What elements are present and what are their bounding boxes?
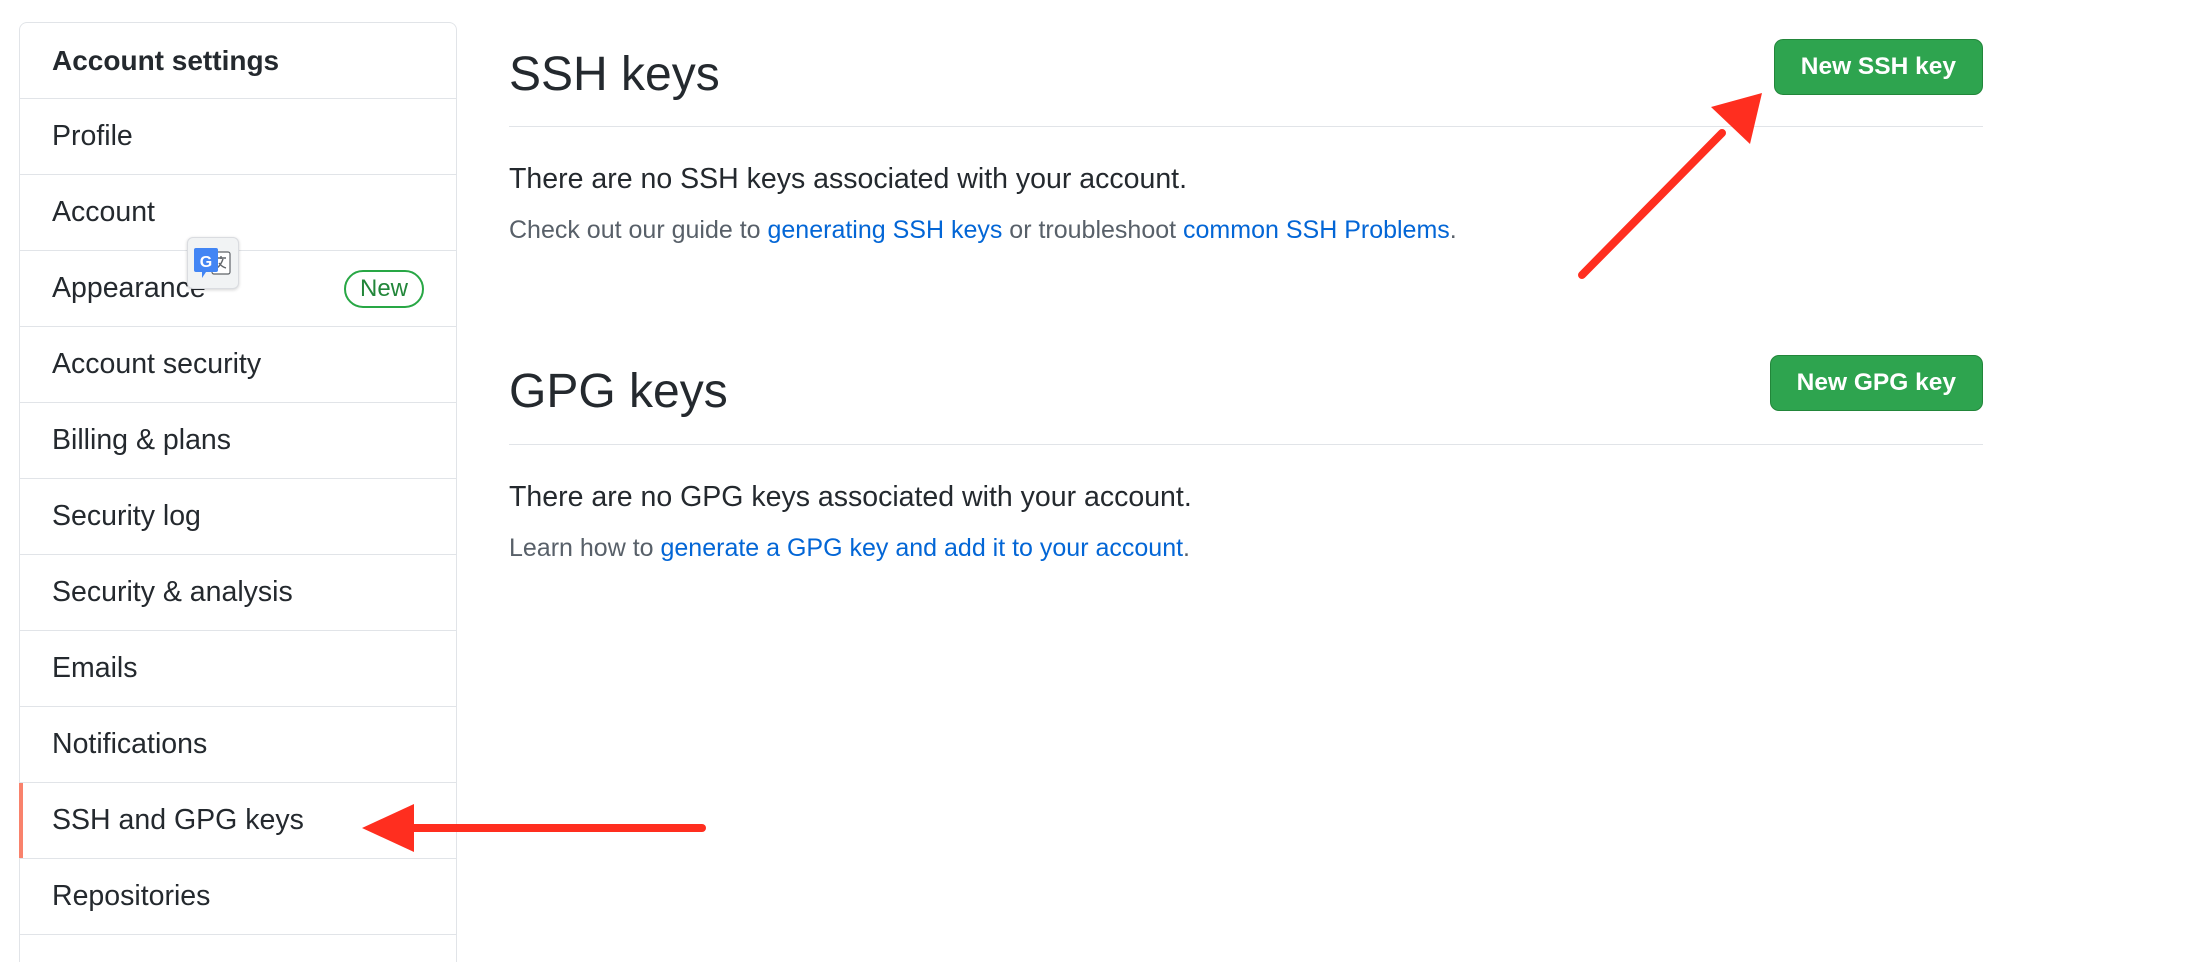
new-ssh-key-button[interactable]: New SSH key [1773,39,1983,95]
sidebar-item-notifications[interactable]: Notifications [20,707,456,783]
sidebar-item-label: Account security [52,348,262,380]
sidebar-item-label: Security log [52,500,201,532]
ssh-help-prefix: Check out our guide to [509,216,768,244]
gpg-empty-message: There are no GPG keys associated with yo… [509,481,1192,513]
generating-ssh-keys-link[interactable]: generating SSH keys [768,216,1003,244]
sidebar-item-label: Security & analysis [52,576,293,608]
common-ssh-problems-link[interactable]: common SSH Problems [1183,216,1450,244]
sidebar-item-label: Billing & plans [52,424,232,456]
gpg-help-suffix: . [1183,534,1190,562]
generate-gpg-key-link[interactable]: generate a GPG key and add it to your ac… [661,534,1184,562]
ssh-keys-title: SSH keys [509,47,720,101]
sidebar-item-label: SSH and GPG keys [52,804,304,836]
ssh-help-text: Check out our guide to generating SSH ke… [509,216,1983,245]
sidebar-item-billing[interactable]: Billing & plans [20,403,456,479]
sidebar-item-profile[interactable]: Profile [20,99,456,175]
sidebar-item-label: Account [52,196,155,228]
sidebar-item-label: Notifications [52,728,208,760]
sidebar-header: Account settings [20,23,456,99]
gpg-help-prefix: Learn how to [509,534,661,562]
gpg-section-header: GPG keys New GPG key [509,338,1983,445]
ssh-help-middle: or troubleshoot [1002,216,1184,244]
sidebar-item-label: Emails [52,652,138,684]
translate-glyph-icon: G [194,248,231,278]
google-translate-icon[interactable]: G [187,237,239,289]
gpg-keys-section: GPG keys New GPG key There are no GPG ke… [509,338,1983,563]
sidebar-item-security-log[interactable]: Security log [20,479,456,555]
sidebar-item-account-security[interactable]: Account security [20,327,456,403]
sidebar-item-label: Repositories [52,880,211,912]
gpg-keys-title: GPG keys [509,364,728,418]
ssh-section-header: SSH keys New SSH key [509,22,1983,127]
sidebar-item-label: Profile [52,120,133,152]
settings-sidebar: Account settings Profile Account Appeara… [19,22,457,962]
sidebar-item-security-analysis[interactable]: Security & analysis [20,555,456,631]
sidebar-item-label: Appearance [52,272,206,304]
translate-letter: G [200,254,212,271]
ssh-keys-section: SSH keys New SSH key There are no SSH ke… [509,22,1983,245]
new-gpg-key-button[interactable]: New GPG key [1769,355,1983,411]
new-badge: New [343,269,424,308]
ssh-empty-message: There are no SSH keys associated with yo… [509,163,1188,195]
ssh-help-suffix: . [1449,216,1457,244]
sidebar-item-ssh-gpg-keys[interactable]: SSH and GPG keys [19,783,456,859]
sidebar-item-emails[interactable]: Emails [20,631,456,707]
gpg-help-text: Learn how to generate a GPG key and add … [509,534,1983,563]
sidebar-item-repositories[interactable]: Repositories [20,859,456,935]
